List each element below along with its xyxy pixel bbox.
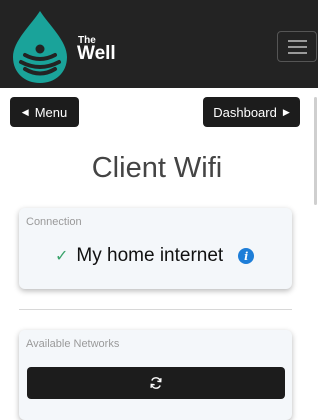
- menu-button-label: Menu: [34, 104, 68, 120]
- connection-card: Connection ✓ My home internet i: [19, 208, 292, 289]
- triangle-right-icon: ▶: [282, 106, 290, 117]
- dashboard-button[interactable]: Dashboard ▶: [203, 97, 300, 127]
- checkmark-icon: ✓: [55, 248, 69, 265]
- refresh-networks-button[interactable]: [27, 367, 285, 399]
- triangle-left-icon: ◀: [21, 106, 29, 117]
- connected-network-name: My home internet: [76, 245, 224, 266]
- available-networks-card: Available Networks: [19, 330, 292, 420]
- refresh-icon: [150, 377, 162, 389]
- water-drop-logo-icon[interactable]: [11, 9, 69, 85]
- dashboard-button-label: Dashboard: [213, 104, 277, 120]
- scrollbar-thumb[interactable]: [314, 97, 317, 205]
- section-divider: [19, 309, 292, 310]
- menu-button[interactable]: ◀ Menu: [10, 97, 79, 127]
- info-icon[interactable]: i: [238, 248, 255, 264]
- logo-text-large: Well: [77, 43, 116, 64]
- connection-status-row: ✓ My home internet i: [55, 245, 255, 267]
- hamburger-icon: [288, 40, 307, 42]
- top-header: The Well: [0, 0, 318, 88]
- page-title: Client Wifi: [91, 152, 223, 184]
- hamburger-menu-button[interactable]: [277, 31, 317, 62]
- hamburger-line: [288, 52, 307, 54]
- connection-label: Connection: [26, 216, 82, 228]
- hamburger-line: [288, 46, 307, 48]
- available-networks-label: Available Networks: [26, 338, 120, 350]
